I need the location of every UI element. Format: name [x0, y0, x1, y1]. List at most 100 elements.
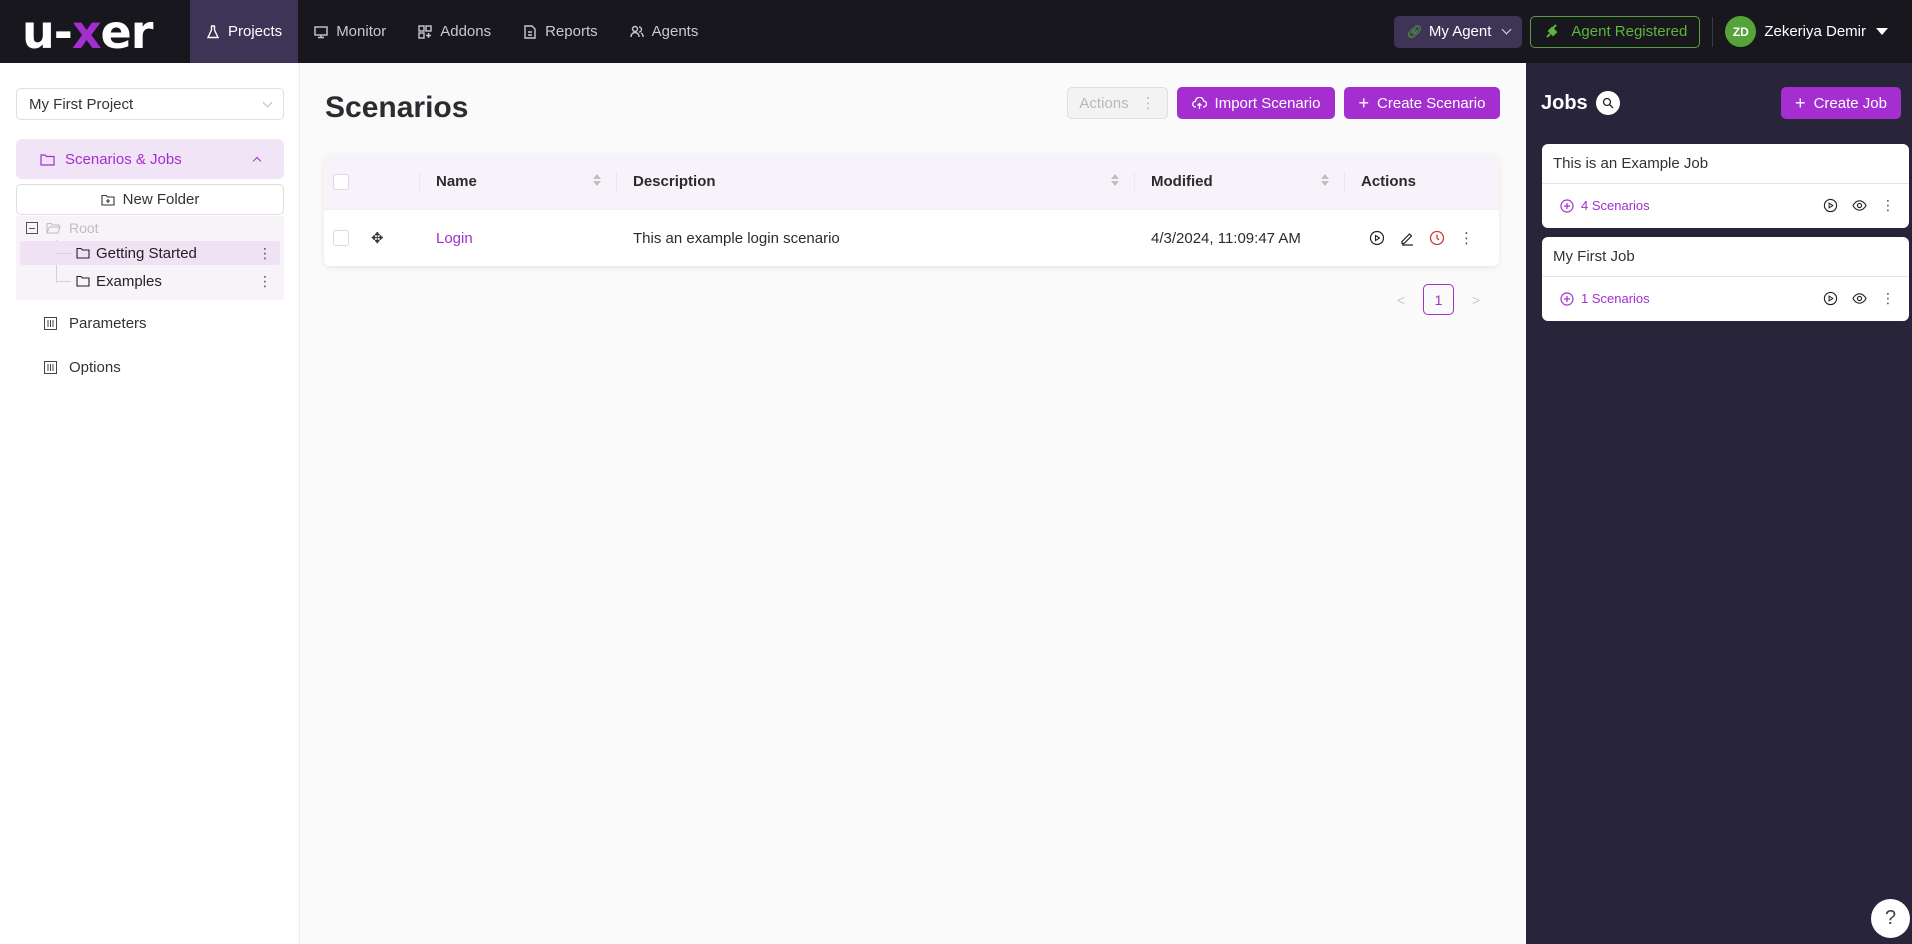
column-label: Name [436, 173, 477, 190]
more-vertical-icon[interactable]: ⋮ [1881, 197, 1895, 214]
job-name[interactable]: My First Job [1542, 237, 1909, 277]
column-header-modified[interactable]: Modified [1135, 154, 1345, 209]
actions-button[interactable]: Actions ⋮ [1067, 87, 1168, 119]
main-content: Scenarios Actions ⋮ Import Scenario + Cr… [300, 63, 1526, 944]
folder-icon [40, 153, 55, 166]
job-card[interactable]: My First Job 1 Scenarios ⋮ [1542, 237, 1909, 321]
play-icon[interactable] [1369, 230, 1385, 246]
sidebar-item-options[interactable]: Options [44, 359, 121, 376]
sort-icon[interactable] [1321, 173, 1329, 186]
plus-circle-icon [1560, 198, 1574, 213]
next-page-button[interactable]: > [1468, 292, 1484, 308]
import-scenario-button[interactable]: Import Scenario [1177, 87, 1335, 119]
addons-icon [418, 24, 432, 39]
plus-icon: + [1795, 93, 1806, 113]
agents-icon [629, 25, 644, 37]
table-row[interactable]: ✥ Login This an example login scenario 4… [324, 210, 1499, 266]
column-header-actions: Actions [1345, 154, 1499, 209]
cell-modified: 4/3/2024, 11:09:47 AM [1135, 210, 1345, 266]
drag-handle-icon[interactable]: ✥ [371, 229, 384, 247]
sidebar-item-parameters[interactable]: Parameters [44, 315, 147, 332]
scenario-description: This an example login scenario [633, 229, 840, 247]
tree-connector [57, 281, 71, 282]
nav-addons[interactable]: Addons [402, 0, 507, 63]
job-scenarios-link[interactable]: 4 Scenarios [1560, 198, 1650, 213]
tree-root[interactable]: Root [26, 218, 99, 238]
user-menu-caret-icon[interactable] [1876, 28, 1888, 35]
agent-select[interactable]: 🔗︎ My Agent [1394, 15, 1523, 48]
scenarios-jobs-section[interactable]: Scenarios & Jobs [16, 139, 284, 179]
pagination: < 1 > [1393, 284, 1484, 315]
nav-label: Addons [440, 23, 492, 40]
prev-page-button[interactable]: < [1393, 292, 1409, 308]
row-checkbox[interactable] [333, 230, 349, 246]
play-icon[interactable] [1823, 291, 1838, 306]
column-header-description[interactable]: Description [617, 154, 1135, 209]
new-folder-button[interactable]: New Folder [16, 184, 284, 215]
project-select-value: My First Project [29, 95, 134, 113]
link-icon: 🔗︎ [1406, 23, 1423, 39]
eye-icon[interactable] [1852, 291, 1867, 306]
create-job-label: Create Job [1813, 94, 1887, 112]
logo[interactable]: u-x er [0, 0, 190, 63]
import-label: Import Scenario [1214, 94, 1321, 112]
top-navbar: u-x er Projects Monitor Addons Reports Ag… [0, 0, 1912, 63]
collapse-icon[interactable] [26, 222, 38, 234]
more-vertical-icon[interactable]: ⋮ [258, 245, 272, 262]
nav-label: Agents [651, 23, 699, 40]
eye-icon[interactable] [1852, 198, 1867, 213]
sort-icon[interactable] [1111, 173, 1119, 186]
edit-icon[interactable] [1399, 230, 1415, 246]
create-job-button[interactable]: + Create Job [1781, 87, 1901, 119]
jobs-header: Jobs [1541, 91, 1620, 115]
tree-folder-getting-started[interactable]: Getting Started ⋮ [20, 241, 280, 265]
project-select[interactable]: My First Project [16, 88, 284, 120]
job-scenarios-count: 4 Scenarios [1581, 198, 1650, 213]
plug-icon [1546, 23, 1558, 38]
search-icon [1602, 97, 1614, 109]
nav-label: Projects [228, 23, 283, 40]
chevron-down-icon [262, 97, 273, 107]
page-title: Scenarios [325, 91, 469, 124]
more-vertical-icon[interactable]: ⋮ [258, 273, 272, 290]
page-number-button[interactable]: 1 [1423, 284, 1454, 315]
job-scenarios-count: 1 Scenarios [1581, 291, 1650, 306]
job-scenarios-link[interactable]: 1 Scenarios [1560, 291, 1650, 306]
logo-text-left: u- [22, 4, 73, 59]
agent-select-label: My Agent [1428, 23, 1492, 40]
more-vertical-icon[interactable]: ⋮ [1459, 229, 1474, 247]
play-icon[interactable] [1823, 198, 1838, 213]
folder-open-icon [46, 222, 61, 234]
nav-label: Reports [545, 23, 598, 40]
plus-icon: + [1358, 93, 1370, 113]
nav-reports[interactable]: Reports [507, 0, 614, 63]
more-vertical-icon[interactable]: ⋮ [1881, 290, 1895, 307]
help-button[interactable]: ? [1871, 899, 1910, 938]
job-card[interactable]: This is an Example Job 4 Scenarios ⋮ [1542, 144, 1909, 228]
tree-root-label: Root [69, 220, 99, 236]
sort-icon[interactable] [593, 173, 601, 186]
more-vertical-icon: ⋮ [1140, 95, 1156, 112]
select-all-checkbox[interactable] [333, 173, 349, 190]
menu-label: Parameters [69, 315, 147, 332]
chevron-up-icon [252, 156, 262, 166]
user-name[interactable]: Zekeriya Demir [1764, 23, 1866, 40]
job-name[interactable]: This is an Example Job [1542, 144, 1909, 184]
create-scenario-button[interactable]: + Create Scenario [1344, 87, 1500, 119]
nav-projects[interactable]: Projects [190, 0, 299, 63]
avatar[interactable]: ZD [1725, 16, 1757, 47]
tree-folder-examples[interactable]: Examples ⋮ [20, 269, 280, 293]
cell-description: This an example login scenario [617, 210, 1135, 266]
main-nav: Projects Monitor Addons Reports Agents [190, 0, 714, 63]
nav-monitor[interactable]: Monitor [298, 0, 402, 63]
section-label: Scenarios & Jobs [65, 150, 182, 168]
report-icon [524, 24, 536, 39]
schedule-clock-icon[interactable] [1429, 230, 1445, 246]
search-jobs-button[interactable] [1595, 91, 1620, 115]
tree-connector [57, 253, 71, 254]
sliders-icon [44, 317, 57, 330]
column-header-name[interactable]: Name [420, 154, 617, 209]
nav-agents[interactable]: Agents [614, 0, 715, 63]
cloud-upload-icon [1191, 96, 1207, 109]
scenario-name-link[interactable]: Login [436, 230, 473, 247]
